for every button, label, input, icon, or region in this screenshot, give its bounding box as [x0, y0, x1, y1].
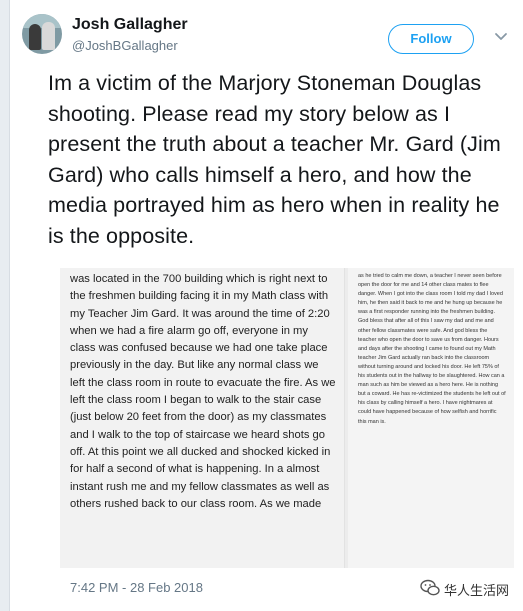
story-text-left: was located in the 700 building which is…	[70, 273, 336, 510]
tweet-timestamp[interactable]: 7:42 PM - 28 Feb 2018	[70, 580, 203, 595]
tweet-card: Josh Gallagher @JoshBGallagher Follow Im…	[22, 0, 518, 611]
avatar[interactable]	[22, 14, 62, 54]
chevron-down-icon[interactable]	[492, 28, 510, 46]
wechat-icon	[420, 579, 440, 596]
left-border	[0, 0, 10, 611]
avatar-figure-right	[42, 22, 55, 50]
story-text-right: as he tried to calm me down, a teacher I…	[358, 273, 506, 425]
story-column-left: was located in the 700 building which is…	[60, 268, 345, 568]
tweet-text: Im a victim of the Marjory Stoneman Doug…	[48, 71, 501, 248]
story-column-right: as he tried to calm me down, a teacher I…	[348, 268, 514, 568]
watermark-text: 华人生活网	[444, 583, 510, 598]
user-handle[interactable]: @JoshBGallagher	[72, 38, 178, 53]
tweet-image[interactable]: was located in the 700 building which is…	[60, 268, 514, 568]
avatar-figure-left	[29, 24, 41, 50]
display-name[interactable]: Josh Gallagher	[72, 16, 188, 34]
follow-button[interactable]: Follow	[388, 24, 474, 54]
